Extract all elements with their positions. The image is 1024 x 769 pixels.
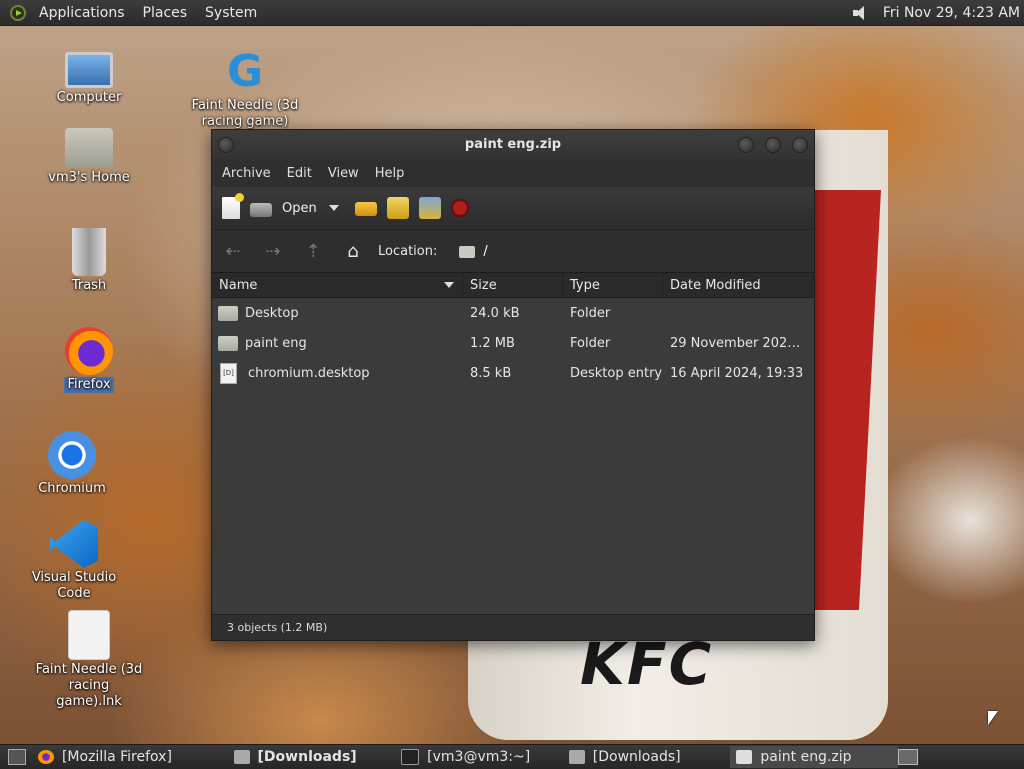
taskbar: [Mozilla Firefox] [Downloads] [vm3@vm3:~… (0, 744, 1024, 769)
faint-needle-icon: G (226, 46, 264, 97)
back-icon[interactable]: ⇠ (222, 241, 244, 262)
link-file-icon (68, 610, 110, 660)
minimize-icon[interactable] (738, 137, 754, 153)
column-header-name[interactable]: Name (212, 273, 463, 297)
file-icon: [D] (220, 362, 237, 384)
open-archive-icon[interactable] (250, 203, 272, 217)
window-titlebar[interactable]: paint eng.zip (212, 130, 814, 159)
new-archive-icon[interactable] (222, 193, 244, 219)
folder-icon (459, 246, 476, 258)
show-desktop-icon[interactable] (8, 749, 26, 765)
window-menu-icon[interactable] (218, 137, 234, 153)
status-bar: 3 objects (1.2 MB) (212, 614, 814, 640)
desktop-icon-vscode[interactable]: Visual Studio Code (19, 520, 129, 602)
window-menubar: Archive Edit View Help (212, 159, 814, 187)
menu-edit[interactable]: Edit (279, 166, 320, 181)
maximize-icon[interactable] (765, 137, 781, 153)
firefox-icon (65, 327, 113, 375)
volume-icon[interactable] (852, 5, 871, 21)
location-field[interactable]: / (459, 238, 806, 264)
task-downloads-1[interactable]: [Downloads] (228, 746, 396, 768)
forward-icon[interactable]: ⇢ (262, 241, 284, 262)
home-icon[interactable]: ⌂ (342, 241, 364, 262)
terminal-icon (401, 749, 420, 765)
archive-manager-window: paint eng.zip Archive Edit View Help Ope… (211, 129, 815, 641)
location-path: / (483, 243, 488, 259)
menu-places[interactable]: Places (134, 5, 197, 21)
location-label: Location: (378, 243, 438, 259)
file-row-chromium-desktop[interactable]: [D] chromium.desktop 8.5 kB Desktop entr… (212, 358, 814, 388)
vscode-icon (50, 520, 98, 568)
folder-icon (568, 750, 585, 764)
up-icon[interactable]: ⇡ (302, 241, 324, 262)
extract-icon[interactable] (354, 202, 377, 216)
add-folder-icon[interactable] (418, 197, 441, 219)
task-archive-manager[interactable]: paint eng.zip (730, 746, 899, 768)
desktop-icon-faint-needle[interactable]: G Faint Needle (3d racing game) (190, 48, 300, 130)
location-bar: ⇠ ⇢ ⇡ ⌂ Location: / (212, 230, 814, 273)
panel-clock[interactable]: Fri Nov 29, 4:23 AM (883, 5, 1020, 21)
menu-view[interactable]: View (320, 166, 367, 181)
menu-archive[interactable]: Archive (214, 166, 279, 181)
folder-icon (218, 335, 238, 351)
column-header-size[interactable]: Size (463, 273, 563, 297)
workspace-switcher-icon[interactable] (898, 749, 918, 765)
desktop-icon-faint-needle-lnk[interactable]: Faint Needle (3d racing game).lnk (34, 610, 144, 710)
chromium-icon (48, 431, 96, 479)
column-header-type[interactable]: Type (563, 273, 663, 297)
column-header-date[interactable]: Date Modified (663, 273, 814, 297)
add-files-icon[interactable] (386, 197, 409, 219)
top-panel: Applications Places System Fri Nov 29, 4… (0, 0, 1024, 26)
file-list: Desktop 24.0 kB Folder paint eng 1.2 MB … (212, 298, 814, 611)
menu-applications[interactable]: Applications (30, 5, 134, 21)
file-list-header: Name Size Type Date Modified (212, 273, 814, 298)
desktop-icon-computer[interactable]: Computer (34, 46, 144, 106)
folder-icon (233, 750, 250, 764)
window-toolbar: Open (212, 187, 814, 230)
desktop-icon-home[interactable]: vm3's Home (34, 128, 144, 186)
folder-icon (218, 305, 238, 321)
desktop-icon-trash[interactable]: Trash (34, 228, 144, 294)
trash-icon (72, 228, 106, 276)
task-terminal[interactable]: [vm3@vm3:~] (395, 746, 563, 768)
file-row-paint-eng[interactable]: paint eng 1.2 MB Folder 29 November 2024… (212, 328, 814, 358)
menu-help[interactable]: Help (367, 166, 413, 181)
home-folder-icon (65, 128, 113, 168)
open-button[interactable]: Open (282, 201, 317, 216)
computer-icon (65, 52, 113, 88)
firefox-icon (37, 750, 54, 764)
close-icon[interactable] (792, 137, 808, 153)
task-downloads-2[interactable]: [Downloads] (563, 746, 731, 768)
task-firefox[interactable]: [Mozilla Firefox] (32, 746, 228, 768)
desktop-icon-firefox[interactable]: Firefox (34, 327, 144, 393)
sort-descending-icon (444, 282, 454, 288)
mouse-cursor-icon (988, 711, 998, 725)
menu-system[interactable]: System (196, 5, 266, 21)
stop-icon[interactable] (450, 199, 469, 217)
distro-logo-icon[interactable] (10, 4, 26, 21)
window-title: paint eng.zip (464, 137, 562, 152)
open-dropdown-icon[interactable] (328, 205, 339, 211)
desktop-icon-chromium[interactable]: Chromium (17, 431, 127, 497)
archive-icon (736, 750, 753, 764)
file-row-desktop[interactable]: Desktop 24.0 kB Folder (212, 298, 814, 328)
